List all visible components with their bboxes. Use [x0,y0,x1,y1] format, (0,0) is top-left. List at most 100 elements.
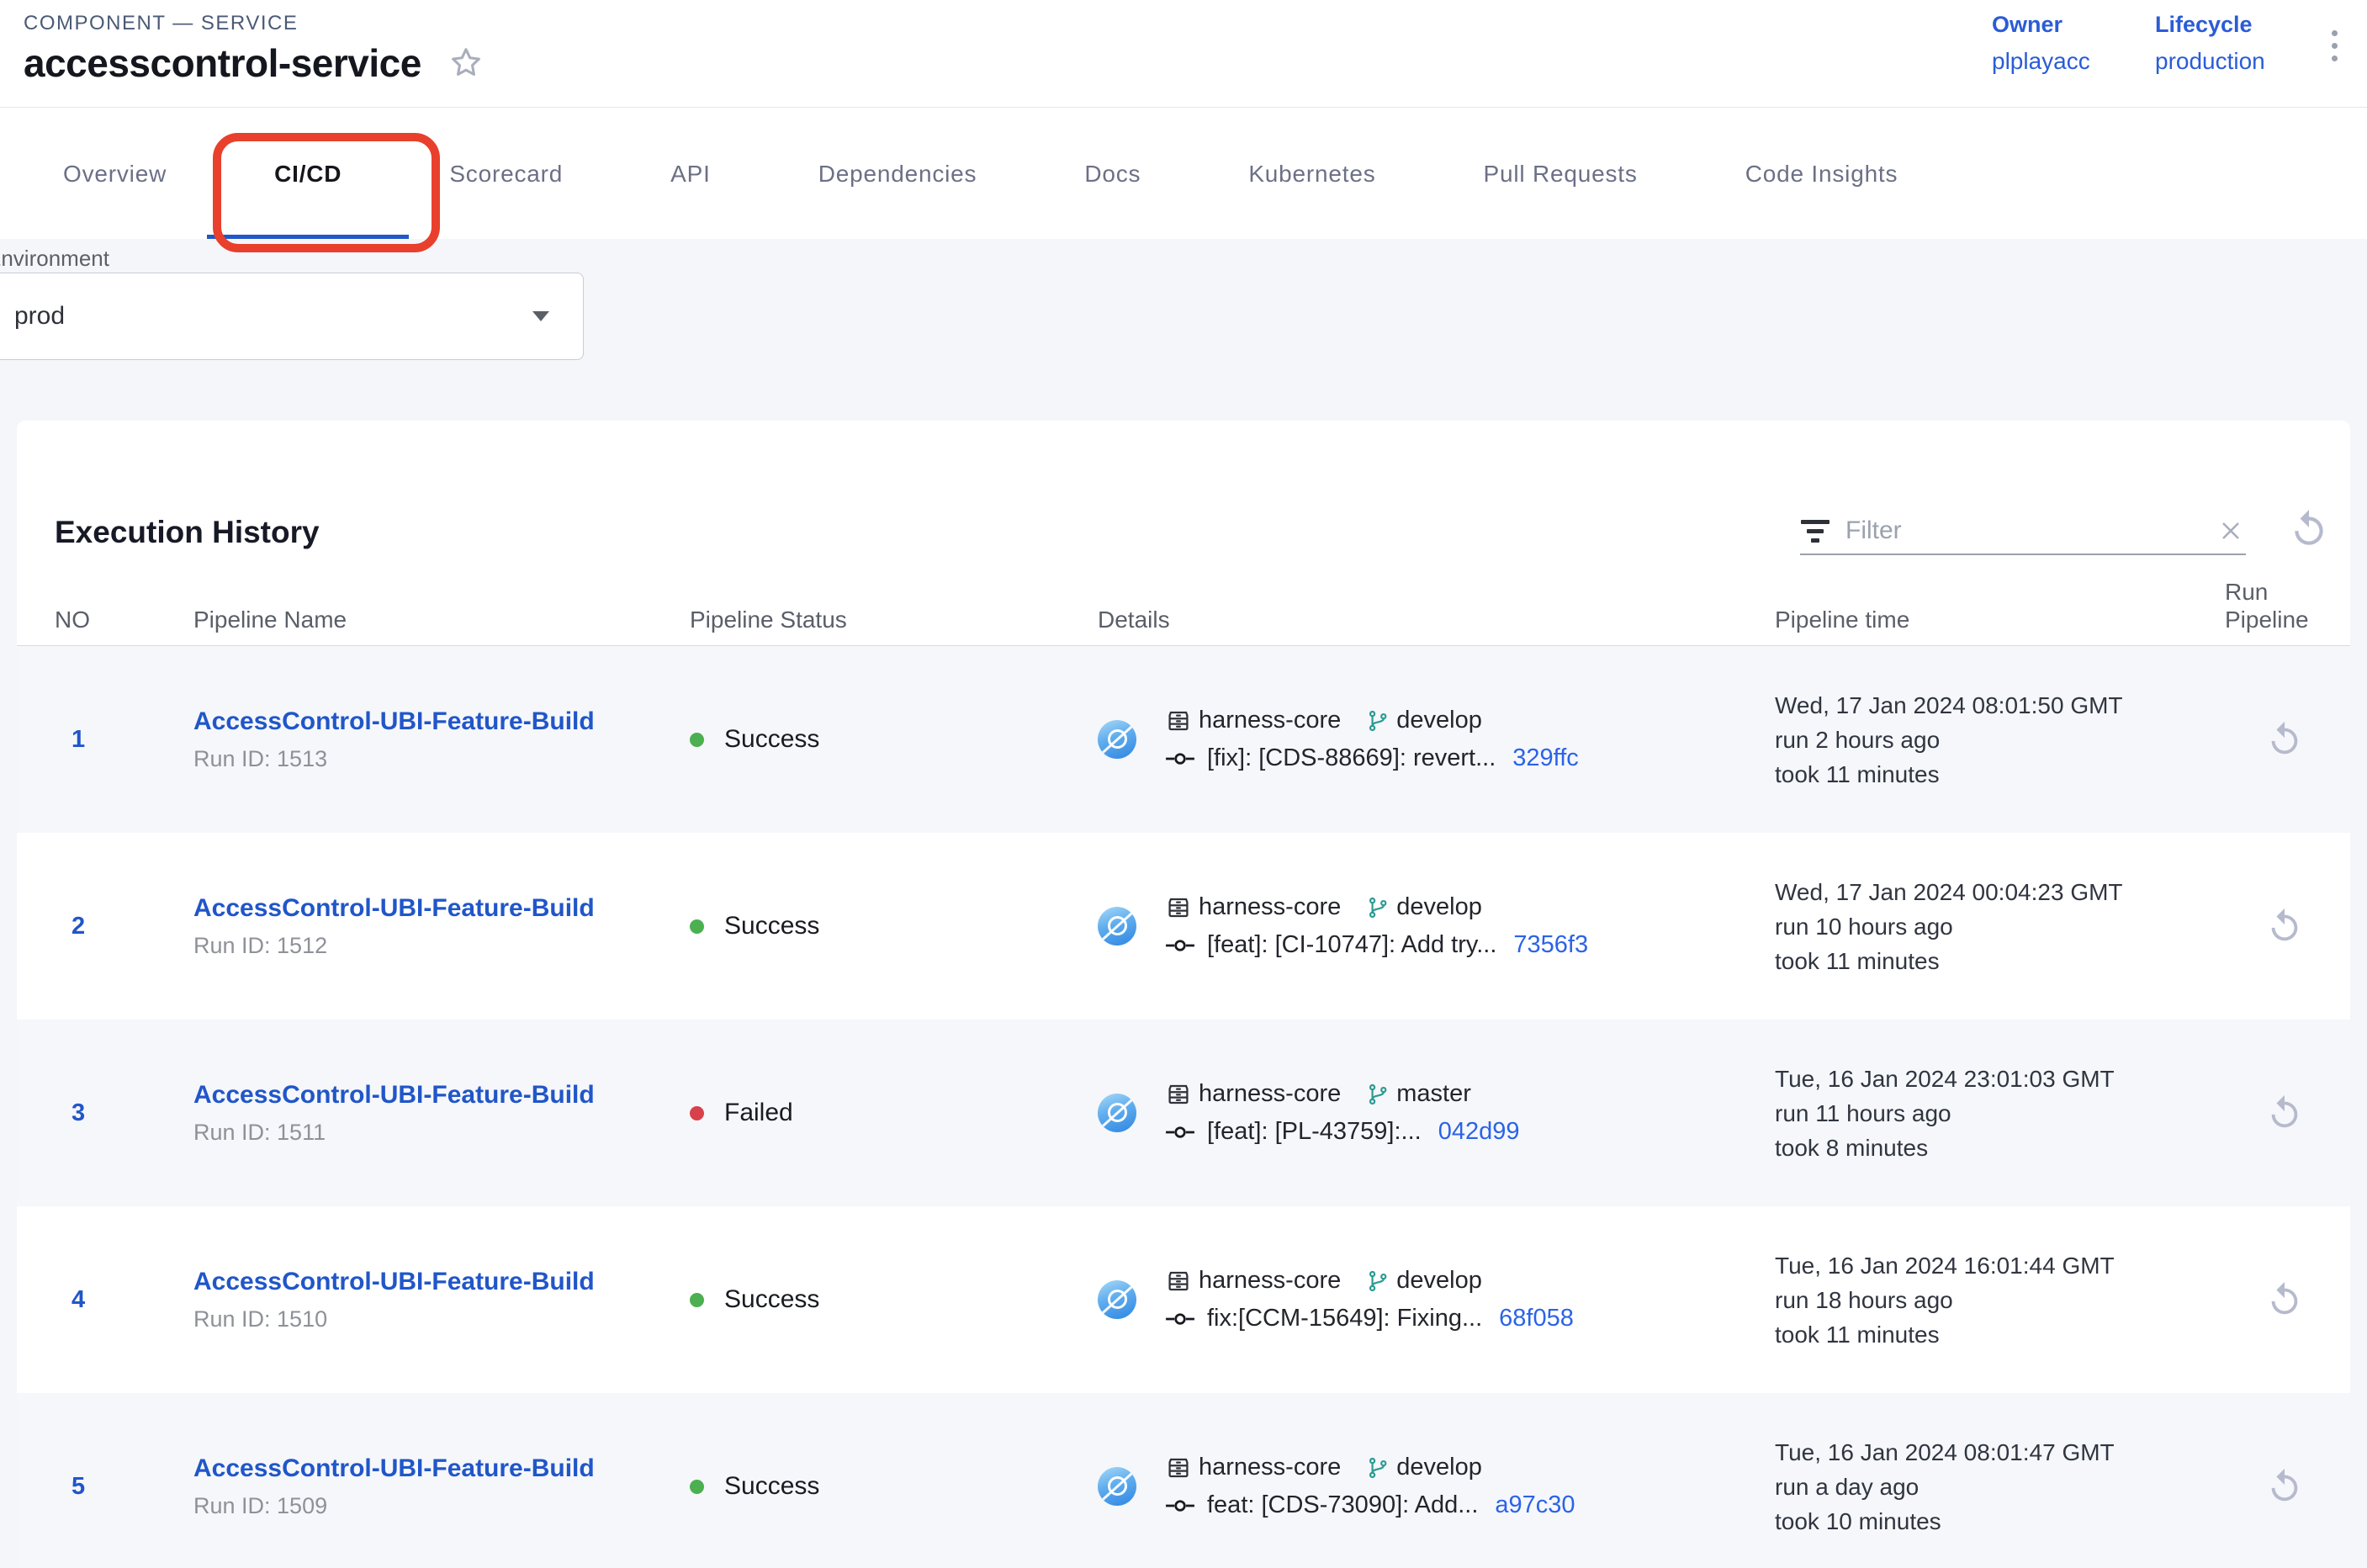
pipeline-name-link[interactable]: AccessControl-UBI-Feature-Build [193,1454,690,1483]
entity-header: COMPONENT — SERVICE accesscontrol-servic… [0,0,2367,108]
ci-module-icon[interactable] [1098,720,1136,759]
table-row: 3 AccessControl-UBI-Feature-Build Run ID… [17,1020,2350,1206]
pipeline-name-link[interactable]: AccessControl-UBI-Feature-Build [193,1268,690,1296]
row-number-link[interactable]: 5 [55,1473,193,1501]
pipeline-time: Wed, 17 Jan 2024 08:01:50 GMT run 2 hour… [1775,688,2225,792]
col-no: NO [55,607,193,633]
favorite-star-icon[interactable] [447,44,485,82]
ci-module-icon[interactable] [1098,1280,1136,1319]
tab-overview[interactable]: Overview [63,109,167,239]
more-options-icon[interactable] [2332,30,2338,61]
execution-history-title: Execution History [55,515,320,550]
cicd-tab-content: Environment prod Execution History NO Pi… [0,239,2367,1568]
row-number-link[interactable]: 1 [55,726,193,754]
status-dot-icon [690,1293,704,1307]
tab-cicd[interactable]: CI/CD [274,109,342,239]
status-text: Success [724,1472,819,1501]
repository-icon [1165,1081,1192,1108]
pipeline-time: Wed, 17 Jan 2024 00:04:23 GMT run 10 hou… [1775,875,2225,978]
status-dot-icon [690,919,704,934]
pipeline-time: Tue, 16 Jan 2024 08:01:47 GMT run a day … [1775,1435,2225,1539]
git-branch-icon [1348,1083,1390,1106]
repo-name: harness-core [1199,1080,1341,1108]
tab-pull-requests[interactable]: Pull Requests [1484,109,1638,239]
time-relative: run 11 hours ago [1775,1096,2225,1131]
environment-select[interactable]: prod [0,273,584,360]
pipeline-status: Success [690,1472,1098,1501]
time-duration: took 11 minutes [1775,757,2225,792]
refresh-icon[interactable] [2288,508,2330,550]
lifecycle-value[interactable]: production [2155,48,2265,75]
run-id-text: Run ID: 1509 [193,1493,690,1519]
repo-name: harness-core [1199,1454,1341,1481]
git-commit-icon [1165,1121,1195,1143]
row-number-link[interactable]: 2 [55,913,193,940]
col-run-pipeline: Run Pipeline [2225,578,2326,633]
commit-message: [fix]: [CDS-88669]: revert... [1207,744,1496,772]
run-pipeline-icon[interactable] [2265,1280,2304,1319]
commit-hash-link[interactable]: 68f058 [1499,1305,1574,1332]
col-pipeline-name: Pipeline Name [193,607,690,633]
time-relative: run 18 hours ago [1775,1283,2225,1317]
time-duration: took 8 minutes [1775,1131,2225,1165]
commit-hash-link[interactable]: 042d99 [1438,1118,1520,1146]
pipeline-details: harness-core master [1098,1080,1775,1146]
entity-tabs: Overview CI/CD Scorecard API Dependencie… [0,109,2367,239]
time-duration: took 10 minutes [1775,1504,2225,1539]
time-absolute: Tue, 16 Jan 2024 08:01:47 GMT [1775,1435,2225,1470]
chevron-down-icon [532,311,549,321]
tab-dependencies[interactable]: Dependencies [818,109,977,239]
git-branch-icon [1348,1456,1390,1480]
repository-icon [1165,894,1192,921]
tab-api[interactable]: API [670,109,711,239]
tab-code-insights[interactable]: Code Insights [1745,109,1898,239]
pipeline-details: harness-core develop [1098,707,1775,772]
ci-module-icon[interactable] [1098,907,1136,946]
pipeline-status: Failed [690,1099,1098,1127]
row-number-link[interactable]: 3 [55,1099,193,1127]
col-pipeline-time: Pipeline time [1775,607,2225,633]
run-pipeline-icon[interactable] [2265,907,2304,946]
git-commit-icon [1165,1495,1195,1517]
run-id-text: Run ID: 1513 [193,746,690,772]
commit-message: [feat]: [PL-43759]:... [1207,1118,1422,1146]
commit-hash-link[interactable]: 7356f3 [1513,931,1588,959]
pipeline-name-link[interactable]: AccessControl-UBI-Feature-Build [193,894,690,923]
pipeline-details: harness-core develop [1098,1267,1775,1332]
pipeline-status: Success [690,1285,1098,1314]
tab-docs[interactable]: Docs [1084,109,1141,239]
git-commit-icon [1165,1308,1195,1330]
git-branch-icon [1348,896,1390,919]
pipeline-name-link[interactable]: AccessControl-UBI-Feature-Build [193,1081,690,1110]
pipeline-time: Tue, 16 Jan 2024 16:01:44 GMT run 18 hou… [1775,1248,2225,1352]
time-absolute: Wed, 17 Jan 2024 08:01:50 GMT [1775,688,2225,723]
time-duration: took 11 minutes [1775,944,2225,978]
status-text: Failed [724,1099,793,1127]
run-pipeline-icon[interactable] [2265,720,2304,759]
repo-name: harness-core [1199,893,1341,921]
pipeline-status: Success [690,725,1098,754]
git-commit-icon [1165,935,1195,956]
run-pipeline-icon[interactable] [2265,1094,2304,1132]
time-absolute: Wed, 17 Jan 2024 00:04:23 GMT [1775,875,2225,909]
commit-hash-link[interactable]: a97c30 [1495,1491,1575,1519]
tab-kubernetes[interactable]: Kubernetes [1248,109,1375,239]
ci-module-icon[interactable] [1098,1467,1136,1506]
pipeline-name-link[interactable]: AccessControl-UBI-Feature-Build [193,707,690,736]
row-number-link[interactable]: 4 [55,1286,193,1314]
tab-scorecard[interactable]: Scorecard [449,109,563,239]
owner-link[interactable]: plplayacc [1992,48,2090,75]
ci-module-icon[interactable] [1098,1094,1136,1132]
execution-history-card: Execution History NO Pipeline Name Pipel… [17,421,2350,1568]
branch-name: master [1396,1080,1471,1108]
status-text: Success [724,1285,819,1314]
time-absolute: Tue, 16 Jan 2024 16:01:44 GMT [1775,1248,2225,1283]
commit-hash-link[interactable]: 329ffc [1512,744,1578,772]
filter-input[interactable] [1845,516,2200,545]
branch-name: develop [1396,1454,1482,1481]
table-row: 5 AccessControl-UBI-Feature-Build Run ID… [17,1393,2350,1568]
pipeline-time: Tue, 16 Jan 2024 23:01:03 GMT run 11 hou… [1775,1062,2225,1165]
clear-filter-icon[interactable] [2216,516,2246,546]
run-id-text: Run ID: 1512 [193,933,690,959]
run-pipeline-icon[interactable] [2265,1467,2304,1506]
